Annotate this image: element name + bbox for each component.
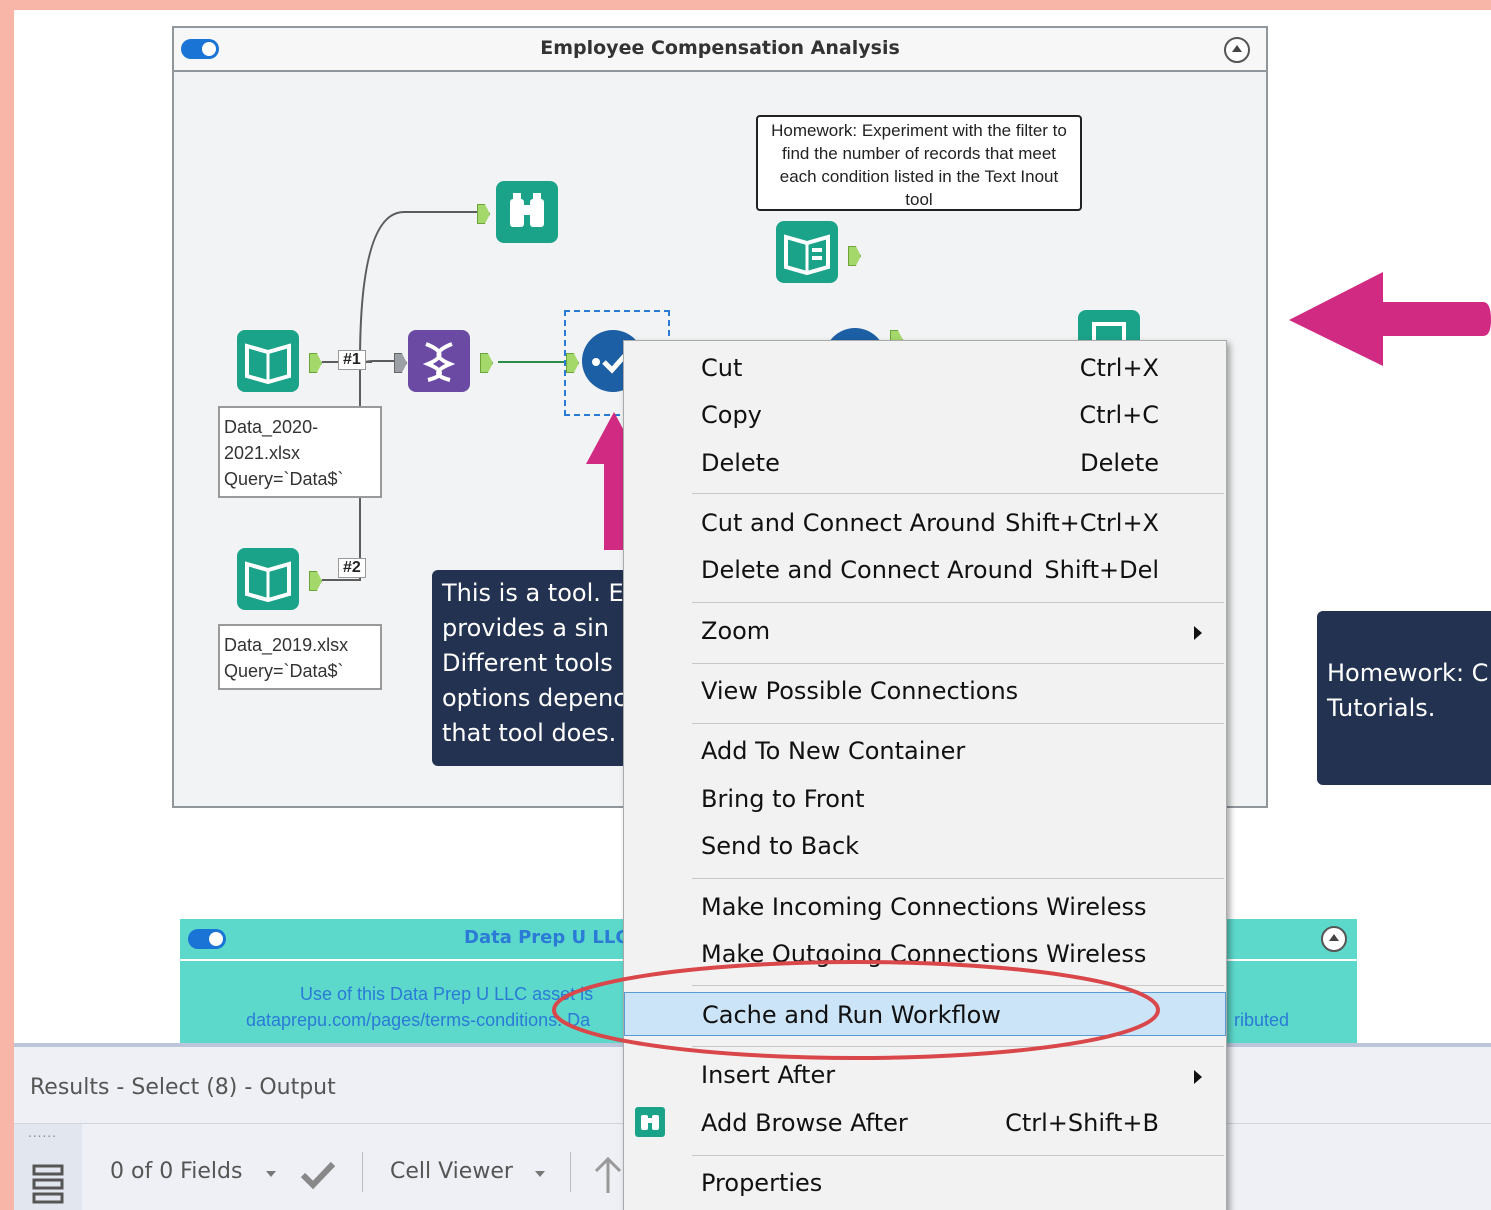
- menu-item-add-to-new-container[interactable]: Add To New Container: [624, 729, 1226, 773]
- results-side-strip: ......: [14, 1124, 82, 1210]
- menu-item-cut[interactable]: Cut Ctrl+X: [624, 346, 1226, 390]
- text-input-tool[interactable]: [776, 221, 838, 283]
- up-arrow-icon[interactable]: [592, 1155, 624, 1195]
- menu-separator: [692, 602, 1224, 603]
- footer-text-2-right: ributed: [1234, 1010, 1290, 1030]
- toolbar-separator: [570, 1152, 571, 1192]
- menu-separator: [692, 663, 1224, 664]
- grip-handle[interactable]: ......: [28, 1126, 57, 1140]
- submenu-arrow-icon: [1194, 626, 1202, 640]
- menu-item-add-browse-after[interactable]: Add Browse After Ctrl+Shift+B: [624, 1101, 1226, 1145]
- footer-title: Data Prep U LLC: [464, 927, 629, 948]
- right-homework-note: Homework: C Tutorials.: [1317, 611, 1491, 785]
- book-list-icon: [784, 234, 830, 276]
- chevron-down-icon[interactable]: [266, 1171, 276, 1177]
- footer-toggle[interactable]: [188, 929, 226, 949]
- menu-separator: [692, 493, 1224, 494]
- dna-icon: [422, 342, 456, 382]
- connection-tag-1: #1: [338, 350, 366, 370]
- toolbar-separator: [362, 1152, 363, 1192]
- union-tool[interactable]: [408, 330, 470, 392]
- book-icon: [245, 343, 291, 385]
- browse-tool[interactable]: [496, 181, 558, 243]
- menu-separator: [692, 723, 1224, 724]
- highlight-ellipse: [552, 960, 1160, 1060]
- input-data-tool-1[interactable]: [237, 330, 299, 392]
- menu-item-bring-to-front[interactable]: Bring to Front: [624, 777, 1226, 821]
- menu-item-cut-connect-around[interactable]: Cut and Connect Around Shift+Ctrl+X: [624, 501, 1226, 545]
- menu-item-incoming-wireless[interactable]: Make Incoming Connections Wireless: [624, 885, 1226, 929]
- fields-selector[interactable]: 0 of 0 Fields: [110, 1159, 242, 1184]
- connection-tag-2: #2: [338, 558, 366, 578]
- menu-item-copy[interactable]: Copy Ctrl+C: [624, 393, 1226, 437]
- menu-item-delete[interactable]: Delete Delete: [624, 441, 1226, 485]
- binoculars-icon: [510, 193, 544, 227]
- menu-separator: [692, 1155, 1224, 1156]
- menu-item-zoom[interactable]: Zoom: [624, 609, 1226, 653]
- left-arrow-annotation: [1289, 272, 1491, 366]
- results-title: Results - Select (8) - Output: [30, 1075, 336, 1100]
- submenu-arrow-icon: [1194, 1070, 1202, 1084]
- chevron-down-icon[interactable]: [535, 1171, 545, 1177]
- footer-text-2: dataprepu.com/pages/terms-conditions. Da: [246, 1010, 591, 1030]
- tool-description-note: This is a tool. E provides a sin Differe…: [432, 570, 632, 766]
- input-data-tool-2[interactable]: [237, 548, 299, 610]
- menu-item-delete-connect-around[interactable]: Delete and Connect Around Shift+Del: [624, 548, 1226, 592]
- menu-item-view-possible-connections[interactable]: View Possible Connections: [624, 669, 1226, 713]
- table-icon[interactable]: [32, 1164, 64, 1204]
- menu-item-properties[interactable]: Properties: [624, 1161, 1226, 1205]
- collapse-icon[interactable]: [1321, 926, 1347, 952]
- cell-viewer-button[interactable]: Cell Viewer: [390, 1159, 513, 1184]
- book-icon: [245, 561, 291, 603]
- workflow-canvas[interactable]: Employee Compensation Analysis #1 Data_2…: [14, 10, 1491, 1210]
- input-2-annotation: Data_2019.xlsx Query=`Data$`: [218, 624, 382, 690]
- check-icon[interactable]: [300, 1159, 336, 1191]
- menu-item-send-to-back[interactable]: Send to Back: [624, 824, 1226, 868]
- context-menu[interactable]: Cut Ctrl+X Copy Ctrl+C Delete Delete Cut an…: [623, 340, 1227, 1210]
- menu-separator: [692, 878, 1224, 879]
- input-1-annotation: Data_2020- 2021.xlsx Query=`Data$`: [218, 406, 382, 498]
- homework-comment: Homework: Experiment with the filter to …: [756, 115, 1082, 211]
- binoculars-icon: [635, 1107, 665, 1137]
